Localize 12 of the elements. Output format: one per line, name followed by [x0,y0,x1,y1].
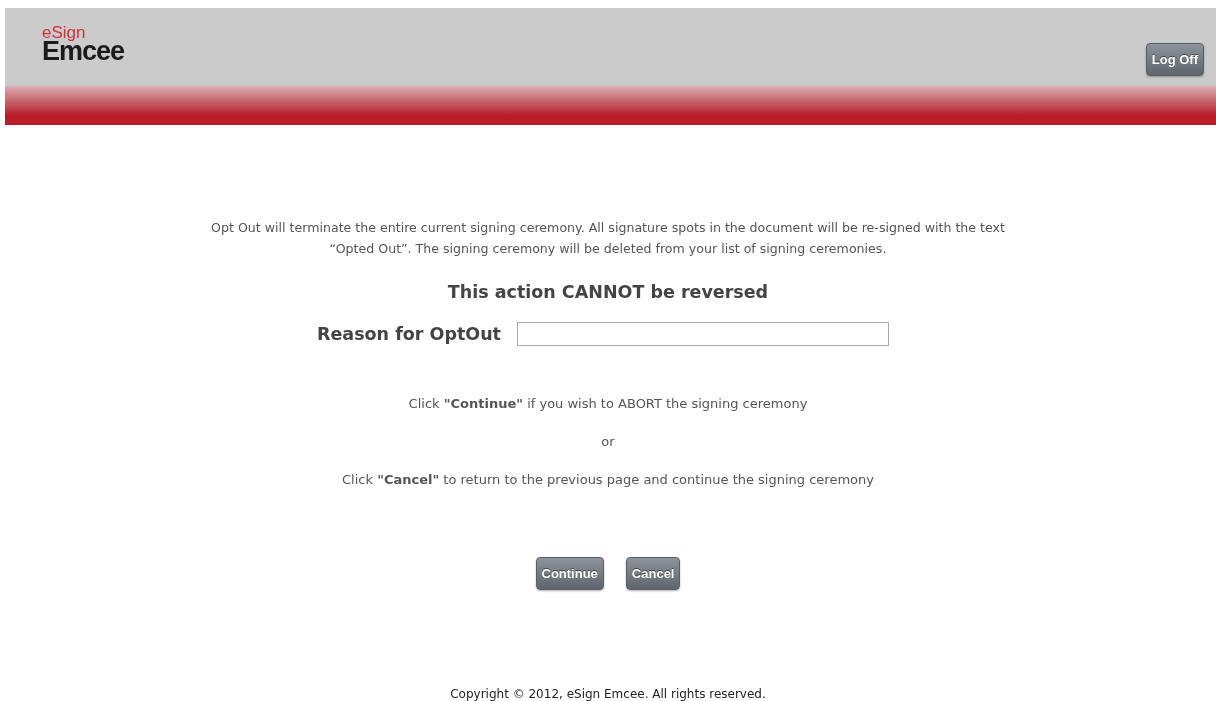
instruction-text: or [601,434,615,451]
instruction-text: Click "Continue" if you wish to ABORT the signing ceremony [408,396,808,413]
reason-label: Reason for OptOut [317,324,501,344]
log-off-button[interactable]: Log Off [1145,43,1204,76]
cancel-button[interactable]: Cancel [625,557,681,590]
logo-text: eSign [42,24,86,41]
warning-heading: This action CANNOT be reversed [447,282,769,302]
notice-text: Opt Out will terminate the entire current signing ceremony. All signature spots in the document will be re-signed with the text “Opted Out”. The signing ceremony will be deleted from your list of signing ceremonies. [210,219,1006,258]
copyright-text: Copyright © 2012, eSign Emcee. All rights reserved. [449,687,767,701]
reason-input[interactable] [517,322,889,346]
continue-button[interactable]: Continue [535,557,604,590]
instruction-text: Click "Cancel" to return to the previous page and continue the signing ceremony [342,472,874,489]
